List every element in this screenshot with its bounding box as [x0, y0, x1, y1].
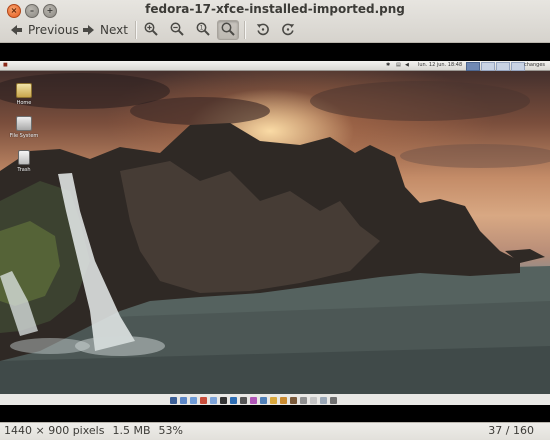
trash-icon [18, 150, 30, 165]
rotate-left-button[interactable] [252, 20, 274, 40]
desktop-icon-trash: Trash [7, 150, 41, 173]
svg-text:1: 1 [200, 24, 204, 31]
zoom-normal-button[interactable]: 1 [192, 20, 214, 40]
image-file-size: 1.5 MB [112, 424, 151, 437]
dock-app-icon [230, 397, 237, 404]
previous-button[interactable]: Previous [10, 19, 79, 41]
zoom-in-icon [144, 21, 158, 40]
dock-app-icon [250, 397, 257, 404]
next-label: Next [100, 23, 128, 37]
panel-clock: lun. 12 jun. 18:48 [418, 62, 463, 68]
toolbar-separator [244, 21, 246, 39]
dock-app-icon [190, 397, 197, 404]
image-canvas[interactable]: ■ ✱ ▤ ◀ lun. 12 jun. 18:48 changes Home … [0, 43, 550, 422]
dock-app-icon [240, 397, 247, 404]
dock-app-icon [320, 397, 327, 404]
next-button[interactable]: Next [82, 19, 128, 41]
desktop-icon-home: Home [7, 83, 41, 106]
title-and-toolbar: × – + fedora-17-xfce-installed-imported.… [0, 0, 550, 43]
desktop-icon-label: File System [9, 133, 39, 139]
panel-menu-icon: ■ [3, 62, 8, 68]
zoom-level: 53% [158, 424, 183, 437]
bluetooth-icon: ✱ [386, 62, 391, 68]
rotate-right-button[interactable] [277, 20, 299, 40]
dock-app-icon [260, 397, 267, 404]
previous-label: Previous [28, 23, 79, 37]
dock-app-icon [200, 397, 207, 404]
zoom-fit-icon [221, 21, 235, 40]
wallpaper-landscape [0, 73, 550, 405]
xfce-dock [170, 396, 337, 405]
dock-app-icon [210, 397, 217, 404]
drive-icon [16, 116, 32, 131]
workspace-switcher [466, 62, 525, 71]
displayed-image: ■ ✱ ▤ ◀ lun. 12 jun. 18:48 changes Home … [0, 61, 550, 405]
zoom-out-icon [170, 21, 184, 40]
window-title: fedora-17-xfce-installed-imported.png [145, 2, 405, 16]
toolbar-separator [135, 21, 137, 39]
dock-app-icon [300, 397, 307, 404]
dock-app-icon [290, 397, 297, 404]
home-folder-icon [16, 83, 32, 98]
dock-app-icon [330, 397, 337, 404]
panel-user: changes [524, 62, 546, 68]
image-dimensions: 1440 × 900 pixels [4, 424, 105, 437]
desktop-icon-file-system: File System [7, 116, 41, 139]
dock-app-icon [170, 397, 177, 404]
dock-app-icon [220, 397, 227, 404]
arrow-left-icon [10, 24, 23, 36]
dock-app-icon [270, 397, 277, 404]
arrow-right-icon [82, 24, 95, 36]
image-viewer-window: × – + fedora-17-xfce-installed-imported.… [0, 0, 550, 440]
zoom-in-button[interactable] [140, 20, 162, 40]
zoom-original-icon: 1 [196, 21, 210, 40]
dock-app-icon [180, 397, 187, 404]
network-icon: ▤ [396, 62, 401, 68]
xfce-top-panel: ■ ✱ ▤ ◀ lun. 12 jun. 18:48 changes [0, 61, 550, 71]
image-info: 1440 × 900 pixels 1.5 MB 53% [4, 424, 183, 437]
desktop-icon-label: Home [16, 100, 32, 106]
zoom-out-button[interactable] [166, 20, 188, 40]
rotate-right-icon [281, 21, 295, 40]
dock-app-icon [310, 397, 317, 404]
status-bar: 1440 × 900 pixels 1.5 MB 53% 37 / 160 [0, 422, 550, 440]
desktop-icon-label: Trash [17, 167, 31, 173]
image-position: 37 / 160 [488, 424, 534, 437]
rotate-left-icon [256, 21, 270, 40]
zoom-fit-button[interactable] [217, 20, 239, 40]
toolbar: Previous Next 1 [0, 18, 550, 42]
volume-icon: ◀ [405, 62, 409, 68]
dock-app-icon [280, 397, 287, 404]
